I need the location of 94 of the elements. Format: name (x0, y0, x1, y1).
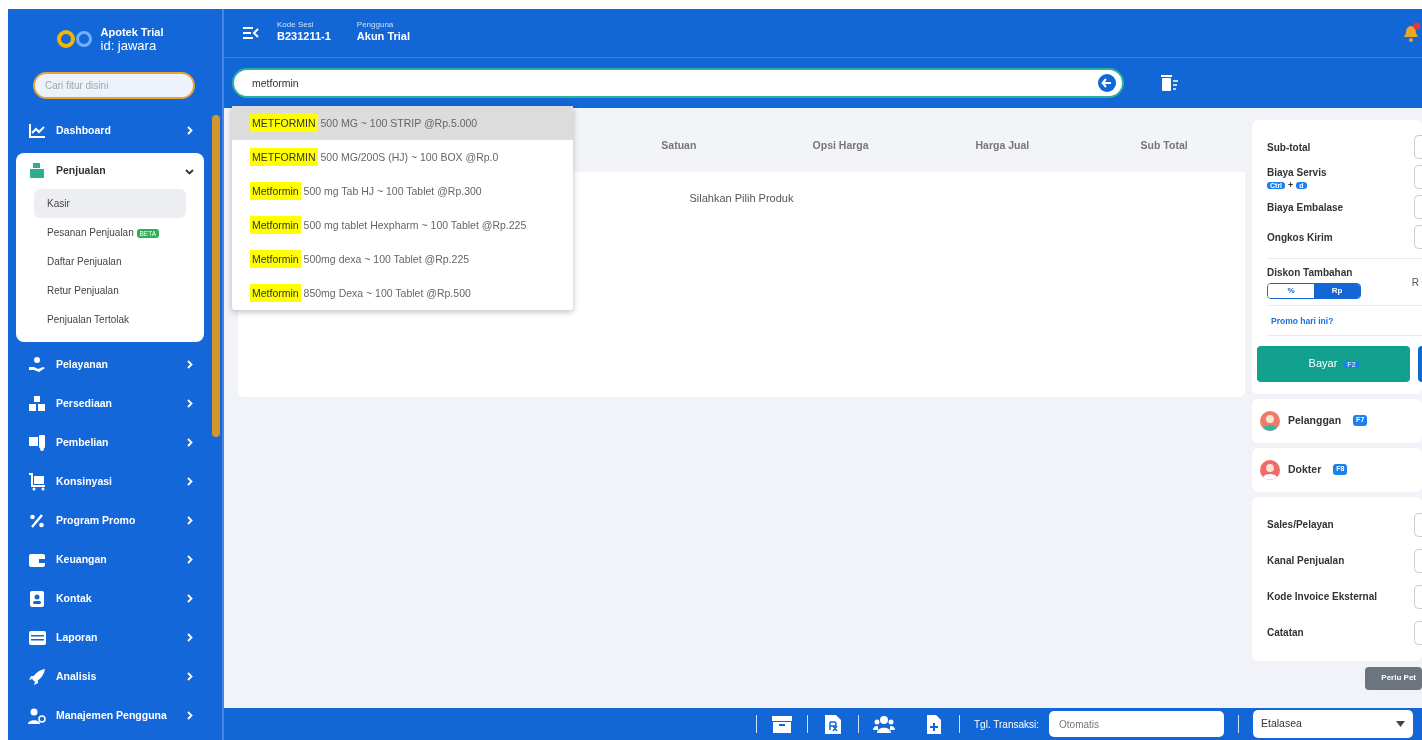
suggestion-item[interactable]: Metformin 500 mg tablet Hexpharm ~ 100 Tablet @Rp.225 (232, 208, 573, 242)
field-label: Biaya Servis (1267, 165, 1328, 180)
table-icon (28, 628, 46, 647)
field-label: Sales/Pelayan (1267, 519, 1334, 530)
chevron-right-icon (185, 516, 194, 525)
field-label: Kanal Penjualan (1267, 555, 1345, 566)
arrow-left-circle-icon[interactable] (1098, 74, 1116, 92)
sidebar-item[interactable]: Pelayanan (16, 345, 204, 384)
party-label: Pelanggan (1288, 412, 1342, 428)
session-value: B231211-1 (277, 29, 331, 45)
suggestion-item[interactable]: Metformin 850mg Dexa ~ 100 Tablet @Rp.500 (232, 276, 573, 310)
submenu-item[interactable]: Daftar Penjualan (34, 247, 186, 276)
display-select[interactable]: Etalasea (1253, 710, 1414, 738)
column-header: Sub Total (1139, 138, 1189, 154)
prescription-icon[interactable] (822, 714, 844, 734)
suggestion-item[interactable]: Metformin 500mg dexa ~ 100 Tablet @Rp.225 (232, 242, 573, 276)
field-label: Ongkos Kirim (1267, 230, 1334, 245)
archive-icon[interactable] (771, 714, 793, 734)
boxes-icon (28, 394, 46, 413)
sidebar-item[interactable]: Manajemen Pengguna (16, 696, 204, 735)
sidebar-item[interactable]: Persediaan (16, 384, 204, 423)
help-button[interactable]: Perlu Pet (1365, 666, 1422, 690)
column-header: Harga Jual (974, 138, 1031, 154)
chevron-right-icon (185, 672, 194, 681)
action-button[interactable] (1418, 345, 1422, 382)
date-field[interactable]: Otomatis (1049, 711, 1225, 737)
chevron-right-icon (185, 711, 194, 720)
field-label: Diskon Tambahan (1267, 266, 1354, 280)
sidebar-item[interactable]: Program Promo (16, 501, 204, 540)
column-header: Satuan (660, 138, 698, 154)
sidebar-item[interactable]: Laporan (16, 618, 204, 657)
detail-field[interactable] (1414, 512, 1422, 537)
chevron-right-icon (185, 633, 194, 642)
user-value: Akun Trial (356, 29, 410, 45)
field-label: Biaya Embalase (1267, 200, 1345, 215)
sidebar-item[interactable]: Konsinyasi (16, 462, 204, 501)
submenu-item[interactable]: Penjualan Tertolak (34, 305, 186, 334)
sidebar-item[interactable]: Pembelian (16, 423, 204, 462)
account-id: id: jawara (100, 39, 158, 54)
column-header: Opsi Harga (811, 138, 870, 154)
avatar-icon (1260, 410, 1280, 431)
currency-text: R (1411, 275, 1419, 290)
detail-field[interactable] (1414, 584, 1422, 609)
unit-toggle[interactable]: % Rp (1267, 283, 1361, 299)
field-label: Kode Invoice Eksternal (1267, 591, 1378, 602)
date-label: Tgl. Transaksi: (974, 717, 1040, 732)
chevron-right-icon (185, 477, 194, 486)
rocket-icon (28, 667, 46, 686)
caret-down-icon (1396, 721, 1406, 727)
product-search-field[interactable]: metformin (232, 68, 1124, 98)
submenu-item[interactable]: Kasir (34, 189, 186, 218)
chevron-right-icon (185, 126, 194, 135)
sidebar-item[interactable]: Kontak (16, 579, 204, 618)
toggle-option[interactable]: Rp (1314, 284, 1360, 298)
sidebar-item[interactable]: Dashboard (16, 111, 204, 150)
promo-link[interactable]: Promo hari ini? (1267, 316, 1334, 326)
suggestion-item[interactable]: METFORMIN 500 MG/200S (HJ) ~ 100 BOX @Rp.0 (232, 140, 573, 174)
menu-collapse-icon[interactable] (242, 26, 259, 40)
cash-register-icon (28, 162, 46, 180)
sidebar-item[interactable]: Keuangan (16, 540, 204, 579)
empty-message: Silahkan Pilih Produk (689, 192, 794, 204)
feature-search-field[interactable]: Cari fitur disini (33, 72, 195, 99)
contact-icon (28, 589, 46, 608)
hand-icon (28, 355, 46, 374)
amount-field[interactable] (1414, 135, 1422, 159)
detail-field[interactable] (1414, 620, 1422, 645)
party-label: Dokter (1288, 461, 1322, 477)
chevron-down-icon (185, 166, 194, 176)
cart-icon (28, 472, 46, 491)
plus-sign: + (1288, 179, 1294, 190)
scrollbar-thumb[interactable] (212, 115, 220, 437)
session-label: Kode Sesi (277, 21, 315, 30)
user-label: Pengguna (356, 21, 395, 30)
sidebar-item[interactable]: Penjualan (16, 153, 204, 189)
amount-field[interactable] (1414, 195, 1422, 219)
detail-field[interactable] (1414, 548, 1422, 573)
chevron-right-icon (185, 594, 194, 603)
field-label: Catatan (1267, 627, 1304, 638)
chevron-right-icon (185, 438, 194, 447)
field-label: Sub-total (1267, 140, 1312, 155)
avatar-icon (1260, 459, 1280, 480)
chevron-right-icon (185, 399, 194, 408)
amount-field[interactable] (1414, 225, 1422, 249)
bell-icon[interactable] (1402, 22, 1420, 44)
chevron-right-icon (185, 360, 194, 369)
chevron-right-icon (185, 555, 194, 564)
amount-field[interactable] (1414, 165, 1422, 189)
suggestion-item[interactable]: METFORMIN 500 MG ~ 100 STRIP @Rp.5.000 (232, 106, 573, 140)
chart-icon (28, 121, 46, 140)
suggestion-item[interactable]: Metformin 500 mg Tab HJ ~ 100 Tablet @Rp.300 (232, 174, 573, 208)
submenu-item[interactable]: Retur Penjualan (34, 276, 186, 305)
sidebar-item[interactable]: Analisis (16, 657, 204, 696)
trash-icon[interactable] (1160, 74, 1180, 92)
brand-name: Apotek Trial (100, 24, 164, 39)
